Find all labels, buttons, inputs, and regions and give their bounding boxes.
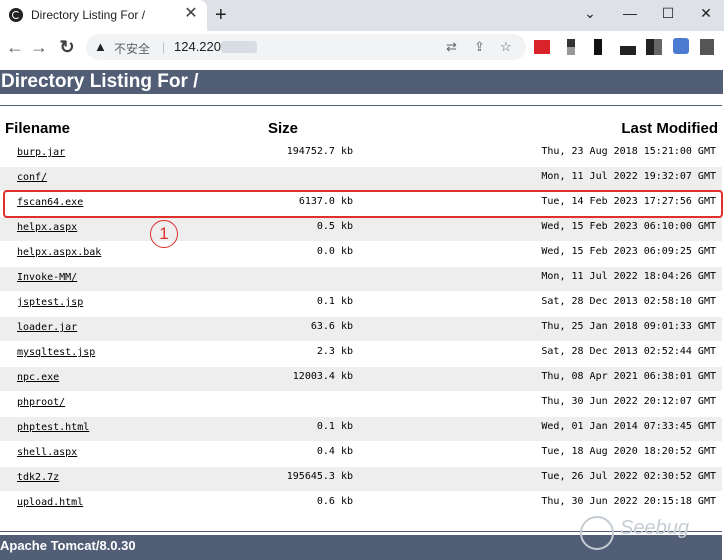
file-size: 0.6 kb: [316, 496, 353, 507]
new-tab-button[interactable]: +: [215, 3, 227, 27]
reload-icon[interactable]: ↻: [56, 36, 78, 58]
file-modified: Thu, 30 Jun 2022 20:15:18 GMT: [541, 496, 716, 507]
file-row: phptest.html 0.1 kb Wed, 01 Jan 2014 07:33…: [0, 417, 722, 441]
file-link[interactable]: mysqltest.jsp: [17, 347, 95, 358]
top-divider: [0, 105, 722, 106]
watermark-text: Seebug: [620, 517, 689, 539]
file-modified: Sat, 28 Dec 2013 02:58:10 GMT: [541, 296, 716, 307]
file-link[interactable]: upload.html: [17, 497, 83, 508]
browser-toolbar: ← → ↻ ▲ 不安全 | 124.220 ⇄ ⇪ ☆: [0, 31, 724, 65]
file-modified: Wed, 15 Feb 2023 06:09:25 GMT: [541, 246, 716, 257]
security-status[interactable]: 不安全: [114, 40, 150, 57]
highlight-box: [3, 190, 723, 218]
tab-search-icon[interactable]: ⌄: [572, 0, 608, 28]
profile-avatar-icon[interactable]: [700, 39, 714, 55]
file-modified: Wed, 15 Feb 2023 06:10:00 GMT: [541, 221, 716, 232]
file-row: upload.html 0.6 kb Thu, 30 Jun 2022 20:15:…: [0, 492, 722, 516]
page-title: Directory Listing For /: [0, 70, 723, 94]
file-row: shell.aspx 0.4 kb Tue, 18 Aug 2020 18:20:5…: [0, 442, 722, 466]
url-text[interactable]: 124.220: [174, 39, 221, 54]
watermark-logo-icon: [580, 516, 614, 550]
file-link[interactable]: phptest.html: [17, 422, 89, 433]
file-size: 2.3 kb: [316, 346, 353, 357]
extension-bar-icon[interactable]: [620, 46, 636, 55]
extension-red-icon[interactable]: [534, 40, 550, 54]
file-link[interactable]: shell.aspx: [17, 447, 77, 458]
filename-header: Filename: [5, 120, 71, 137]
size-header: Size: [268, 120, 299, 137]
file-size: 195645.3 kb: [286, 471, 353, 482]
extension-black-icon[interactable]: [594, 39, 602, 55]
file-row: burp.jar 194752.7 kb Thu, 23 Aug 2018 15:2…: [0, 142, 722, 166]
file-link[interactable]: helpx.aspx.bak: [17, 247, 101, 258]
file-size: 0.1 kb: [316, 296, 353, 307]
extension-block-icon[interactable]: [646, 39, 662, 55]
redacted-url-part: [221, 41, 257, 53]
file-modified: Thu, 08 Apr 2021 06:38:01 GMT: [541, 371, 716, 382]
browser-tab[interactable]: Directory Listing For / ✕: [0, 0, 207, 31]
file-size: 0.0 kb: [316, 246, 353, 257]
close-window-button[interactable]: ✕: [688, 0, 724, 28]
browser-titlebar: Directory Listing For / ✕ + ⌄ — ☐ ✕: [0, 0, 724, 31]
file-modified: Thu, 23 Aug 2018 15:21:00 GMT: [541, 146, 716, 157]
page-content: Directory Listing For / Filename Size La…: [0, 64, 724, 560]
file-link[interactable]: Invoke-MM/: [17, 272, 77, 283]
file-size: 0.4 kb: [316, 446, 353, 457]
address-bar[interactable]: ▲ 不安全 | 124.220 ⇄ ⇪ ☆: [86, 34, 526, 60]
bookmark-star-icon[interactable]: ☆: [500, 39, 512, 55]
file-link[interactable]: burp.jar: [17, 147, 65, 158]
file-modified: Mon, 11 Jul 2022 19:32:07 GMT: [541, 171, 716, 182]
share-icon[interactable]: ⇪: [474, 39, 485, 55]
file-row: helpx.aspx.bak 0.0 kb Wed, 15 Feb 2023 06:…: [0, 242, 722, 266]
file-size: 63.6 kb: [310, 321, 353, 332]
close-tab-icon[interactable]: ✕: [182, 5, 200, 23]
file-row: npc.exe 12003.4 kb Thu, 08 Apr 2021 06:38:…: [0, 367, 722, 391]
file-row: jsptest.jsp 0.1 kb Sat, 28 Dec 2013 02:58:…: [0, 292, 722, 316]
file-modified: Wed, 01 Jan 2014 07:33:45 GMT: [541, 421, 716, 432]
file-size: 0.1 kb: [316, 421, 353, 432]
minimize-button[interactable]: —: [612, 0, 648, 28]
last-modified-header: Last Modified: [621, 120, 718, 137]
file-row: helpx.aspx 0.5 kb Wed, 15 Feb 2023 06:10:0…: [0, 217, 722, 241]
back-arrow-icon[interactable]: ←: [4, 36, 26, 58]
file-link[interactable]: tdk2.7z: [17, 472, 59, 483]
file-size: 12003.4 kb: [292, 371, 353, 382]
file-link[interactable]: helpx.aspx: [17, 222, 77, 233]
file-modified: Sat, 28 Dec 2013 02:52:44 GMT: [541, 346, 716, 357]
maximize-button[interactable]: ☐: [650, 0, 686, 28]
file-modified: Thu, 30 Jun 2022 20:12:07 GMT: [541, 396, 716, 407]
file-link[interactable]: loader.jar: [17, 322, 77, 333]
warning-icon[interactable]: ▲: [94, 39, 107, 54]
file-modified: Tue, 26 Jul 2022 02:30:52 GMT: [541, 471, 716, 482]
file-link[interactable]: jsptest.jsp: [17, 297, 83, 308]
extension-gray-icon[interactable]: [567, 39, 575, 55]
file-link[interactable]: phproot/: [17, 397, 65, 408]
file-modified: Mon, 11 Jul 2022 18:04:26 GMT: [541, 271, 716, 282]
file-row: mysqltest.jsp 2.3 kb Sat, 28 Dec 2013 02:5…: [0, 342, 722, 366]
file-row: conf/Mon, 11 Jul 2022 19:32:07 GMT: [0, 167, 722, 191]
extension-blue-icon[interactable]: [673, 38, 689, 54]
tab-title: Directory Listing For /: [31, 8, 146, 22]
globe-favicon-icon: [9, 8, 23, 22]
file-row: loader.jar 63.6 kb Thu, 25 Jan 2018 09:01:…: [0, 317, 722, 341]
file-modified: Tue, 18 Aug 2020 18:20:52 GMT: [541, 446, 716, 457]
file-row: phproot/Thu, 30 Jun 2022 20:12:07 GMT: [0, 392, 722, 416]
file-row: tdk2.7z 195645.3 kb Tue, 26 Jul 2022 02:30…: [0, 467, 722, 491]
forward-arrow-icon[interactable]: →: [28, 36, 50, 58]
annotation-marker: 1: [150, 220, 178, 248]
file-link[interactable]: conf/: [17, 172, 47, 183]
file-row: Invoke-MM/Mon, 11 Jul 2022 18:04:26 GMT: [0, 267, 722, 291]
omnibox-separator: |: [162, 40, 166, 54]
file-size: 194752.7 kb: [286, 146, 353, 157]
translate-icon[interactable]: ⇄: [446, 39, 457, 55]
file-modified: Thu, 25 Jan 2018 09:01:33 GMT: [541, 321, 716, 332]
file-link[interactable]: npc.exe: [17, 372, 59, 383]
watermark: Seebug: [580, 514, 700, 550]
file-size: 0.5 kb: [316, 221, 353, 232]
